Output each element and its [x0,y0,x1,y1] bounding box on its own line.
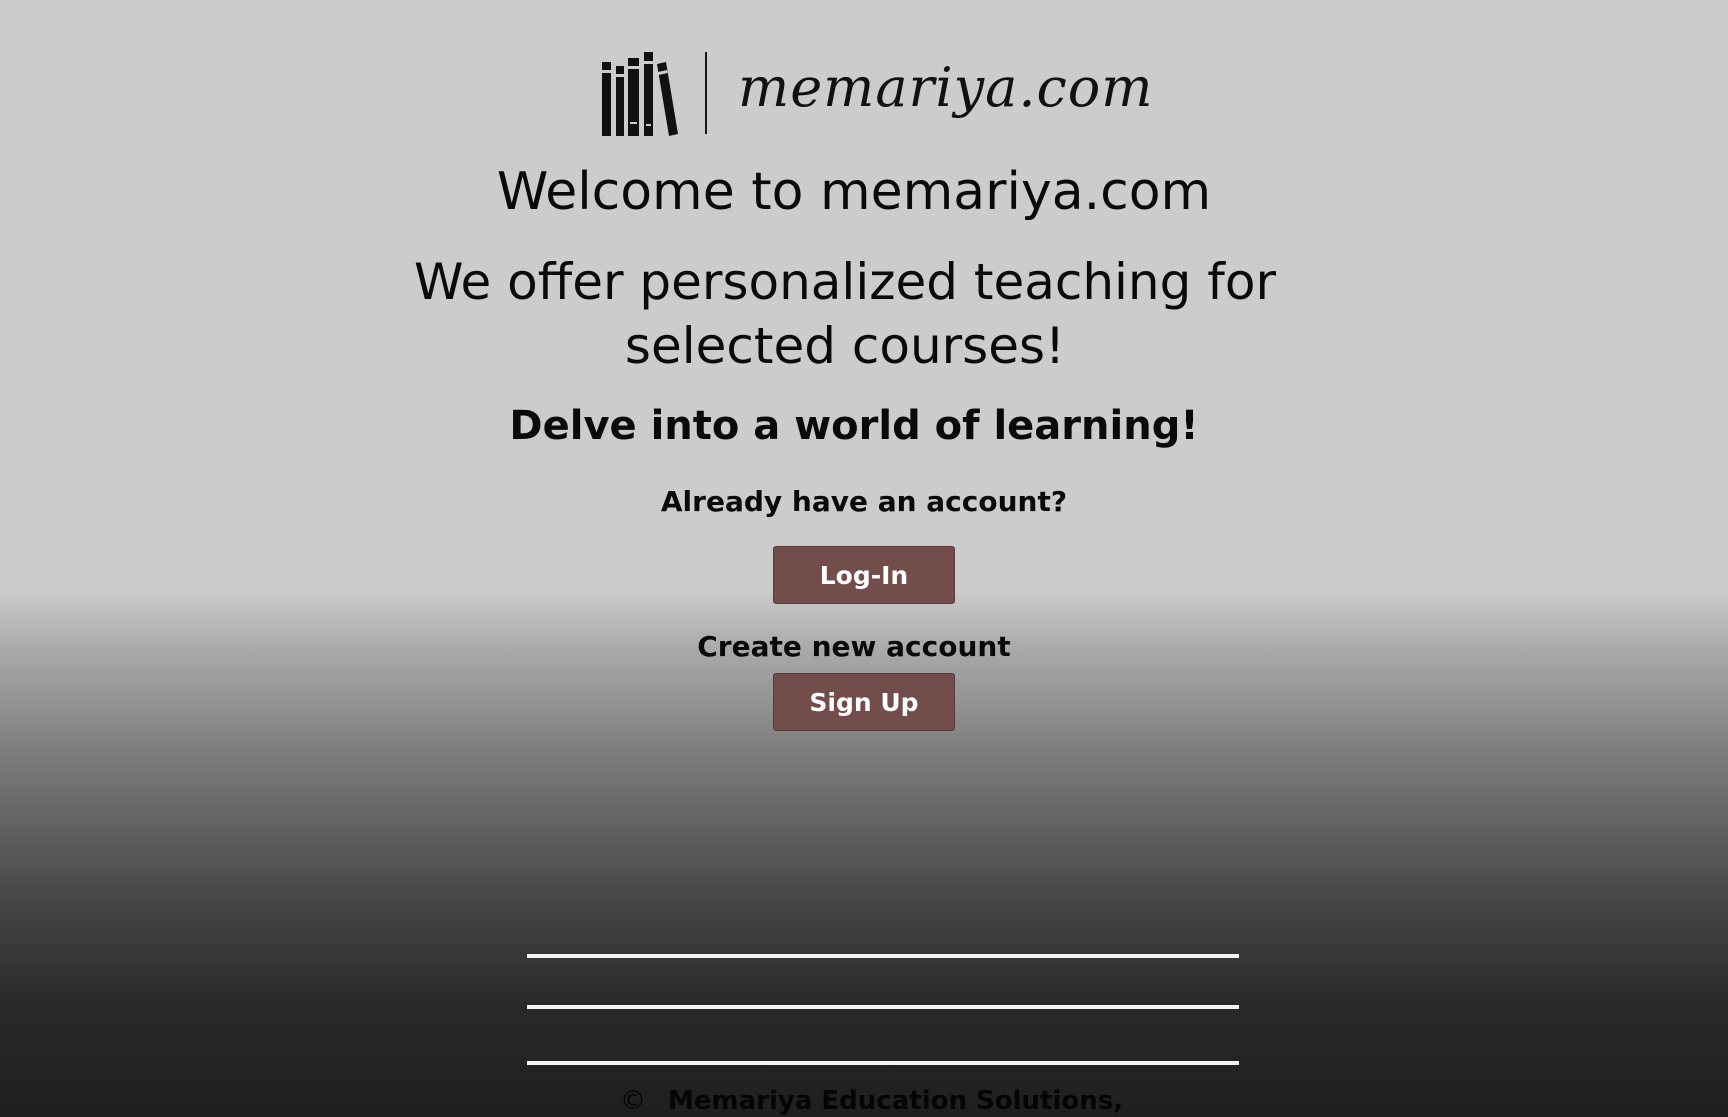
signup-button[interactable]: Sign Up [773,673,955,731]
create-account-prompt: Create new account [697,630,1011,663]
offer-line-1: We offer personalized teaching for [413,253,1276,311]
logo-divider [705,52,707,134]
copyright-symbol: © [620,1086,646,1116]
footer-divider-2 [527,1005,1239,1009]
offer-line-2: selected courses! [624,317,1066,375]
site-logo[interactable]: memariya.com [600,52,1152,136]
copyright-text: Memariya Education Solutions, [668,1086,1124,1116]
footer-divider-3 [527,1061,1239,1065]
login-button[interactable]: Log-In [773,546,955,604]
books-icon [602,52,678,136]
footer-divider-1 [527,954,1239,958]
existing-account-prompt: Already have an account? [660,485,1068,518]
offer-heading: We offer personalized teaching for selec… [20,250,1670,378]
tagline: Delve into a world of learning! [509,403,1199,449]
welcome-heading: Welcome to memariya.com [496,162,1212,222]
logo-brand-text: memariya.com [738,56,1154,119]
footer-copyright: © Memariya Education Solutions, [620,1086,1123,1116]
